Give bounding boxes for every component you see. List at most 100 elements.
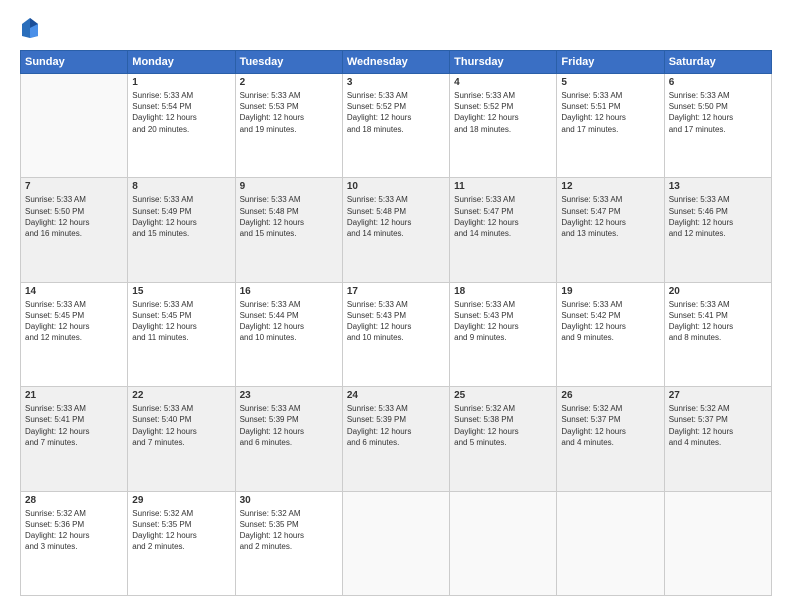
day-info: Sunrise: 5:32 AM Sunset: 5:38 PM Dayligh… bbox=[454, 403, 552, 448]
calendar-cell: 16Sunrise: 5:33 AM Sunset: 5:44 PM Dayli… bbox=[235, 282, 342, 386]
calendar-cell: 11 Sunrise: 5:33 AM Sunset: 5:47 PM Dayli… bbox=[450, 178, 557, 282]
day-info: Sunrise: 5:33 AM Sunset: 5:48 PM Dayligh… bbox=[347, 194, 445, 239]
calendar-week-5: 28 Sunrise: 5:32 AM Sunset: 5:36 PM Dayli… bbox=[21, 491, 772, 595]
day-info: Sunrise: 5:33 AM Sunset: 5:43 PM Dayligh… bbox=[454, 299, 552, 344]
calendar-cell: 9 Sunrise: 5:33 AM Sunset: 5:48 PM Daylig… bbox=[235, 178, 342, 282]
page: SundayMondayTuesdayWednesdayThursdayFrid… bbox=[0, 0, 792, 612]
calendar-cell: 7 Sunrise: 5:33 AM Sunset: 5:50 PM Daylig… bbox=[21, 178, 128, 282]
day-info: Sunrise: 5:33 AM Sunset: 5:41 PM Dayligh… bbox=[25, 403, 123, 448]
day-info: Sunrise: 5:32 AM Sunset: 5:35 PM Dayligh… bbox=[240, 508, 338, 553]
calendar-cell: 14 Sunrise: 5:33 AM Sunset: 5:45 PM Dayli… bbox=[21, 282, 128, 386]
calendar-cell bbox=[21, 74, 128, 178]
day-number: 16 bbox=[240, 286, 338, 297]
logo bbox=[20, 16, 44, 40]
calendar-week-4: 21 Sunrise: 5:33 AM Sunset: 5:41 PM Dayli… bbox=[21, 387, 772, 491]
calendar-cell: 8Sunrise: 5:33 AM Sunset: 5:49 PM Daylig… bbox=[128, 178, 235, 282]
day-number: 29 bbox=[132, 495, 230, 506]
day-info: Sunrise: 5:33 AM Sunset: 5:50 PM Dayligh… bbox=[669, 90, 767, 135]
day-number: 5 bbox=[561, 77, 659, 88]
calendar-cell: 5 Sunrise: 5:33 AM Sunset: 5:51 PM Daylig… bbox=[557, 74, 664, 178]
calendar-cell: 24Sunrise: 5:33 AM Sunset: 5:39 PM Dayli… bbox=[342, 387, 449, 491]
day-info: Sunrise: 5:33 AM Sunset: 5:51 PM Dayligh… bbox=[561, 90, 659, 135]
day-info: Sunrise: 5:33 AM Sunset: 5:52 PM Dayligh… bbox=[347, 90, 445, 135]
calendar-cell: 1Sunrise: 5:33 AM Sunset: 5:54 PM Daylig… bbox=[128, 74, 235, 178]
day-number: 25 bbox=[454, 390, 552, 401]
day-info: Sunrise: 5:33 AM Sunset: 5:41 PM Dayligh… bbox=[669, 299, 767, 344]
day-number: 14 bbox=[25, 286, 123, 297]
calendar-cell bbox=[450, 491, 557, 595]
calendar-cell: 15Sunrise: 5:33 AM Sunset: 5:45 PM Dayli… bbox=[128, 282, 235, 386]
day-info: Sunrise: 5:33 AM Sunset: 5:50 PM Dayligh… bbox=[25, 194, 123, 239]
calendar-cell: 13 Sunrise: 5:33 AM Sunset: 5:46 PM Dayli… bbox=[664, 178, 771, 282]
calendar-week-2: 7 Sunrise: 5:33 AM Sunset: 5:50 PM Daylig… bbox=[21, 178, 772, 282]
day-number: 28 bbox=[25, 495, 123, 506]
day-number: 27 bbox=[669, 390, 767, 401]
day-info: Sunrise: 5:33 AM Sunset: 5:47 PM Dayligh… bbox=[561, 194, 659, 239]
calendar-cell: 10Sunrise: 5:33 AM Sunset: 5:48 PM Dayli… bbox=[342, 178, 449, 282]
calendar-cell: 29 Sunrise: 5:32 AM Sunset: 5:35 PM Dayli… bbox=[128, 491, 235, 595]
day-info: Sunrise: 5:33 AM Sunset: 5:43 PM Dayligh… bbox=[347, 299, 445, 344]
calendar-cell: 28 Sunrise: 5:32 AM Sunset: 5:36 PM Dayli… bbox=[21, 491, 128, 595]
calendar-cell: 12Sunrise: 5:33 AM Sunset: 5:47 PM Dayli… bbox=[557, 178, 664, 282]
col-header-wednesday: Wednesday bbox=[342, 51, 449, 74]
calendar-cell: 3 Sunrise: 5:33 AM Sunset: 5:52 PM Daylig… bbox=[342, 74, 449, 178]
col-header-sunday: Sunday bbox=[21, 51, 128, 74]
day-number: 7 bbox=[25, 181, 123, 192]
header bbox=[20, 16, 772, 40]
day-number: 2 bbox=[240, 77, 338, 88]
calendar-table: SundayMondayTuesdayWednesdayThursdayFrid… bbox=[20, 50, 772, 596]
day-number: 22 bbox=[132, 390, 230, 401]
day-number: 6 bbox=[669, 77, 767, 88]
calendar-cell: 30 Sunrise: 5:32 AM Sunset: 5:35 PM Dayli… bbox=[235, 491, 342, 595]
day-number: 23 bbox=[240, 390, 338, 401]
day-info: Sunrise: 5:33 AM Sunset: 5:39 PM Dayligh… bbox=[347, 403, 445, 448]
calendar-cell bbox=[342, 491, 449, 595]
calendar-cell: 18Sunrise: 5:33 AM Sunset: 5:43 PM Dayli… bbox=[450, 282, 557, 386]
day-number: 11 bbox=[454, 181, 552, 192]
calendar-cell: 17 Sunrise: 5:33 AM Sunset: 5:43 PM Dayli… bbox=[342, 282, 449, 386]
day-number: 13 bbox=[669, 181, 767, 192]
day-info: Sunrise: 5:33 AM Sunset: 5:54 PM Dayligh… bbox=[132, 90, 230, 135]
day-info: Sunrise: 5:33 AM Sunset: 5:45 PM Dayligh… bbox=[25, 299, 123, 344]
calendar-cell: 6 Sunrise: 5:33 AM Sunset: 5:50 PM Daylig… bbox=[664, 74, 771, 178]
day-info: Sunrise: 5:33 AM Sunset: 5:53 PM Dayligh… bbox=[240, 90, 338, 135]
day-info: Sunrise: 5:33 AM Sunset: 5:49 PM Dayligh… bbox=[132, 194, 230, 239]
calendar-cell: 20 Sunrise: 5:33 AM Sunset: 5:41 PM Dayli… bbox=[664, 282, 771, 386]
calendar-cell: 27 Sunrise: 5:32 AM Sunset: 5:37 PM Dayli… bbox=[664, 387, 771, 491]
calendar-cell: 26 Sunrise: 5:32 AM Sunset: 5:37 PM Dayli… bbox=[557, 387, 664, 491]
day-info: Sunrise: 5:32 AM Sunset: 5:37 PM Dayligh… bbox=[561, 403, 659, 448]
day-info: Sunrise: 5:33 AM Sunset: 5:40 PM Dayligh… bbox=[132, 403, 230, 448]
day-number: 17 bbox=[347, 286, 445, 297]
col-header-friday: Friday bbox=[557, 51, 664, 74]
calendar-cell: 25 Sunrise: 5:32 AM Sunset: 5:38 PM Dayli… bbox=[450, 387, 557, 491]
day-info: Sunrise: 5:33 AM Sunset: 5:46 PM Dayligh… bbox=[669, 194, 767, 239]
day-number: 15 bbox=[132, 286, 230, 297]
logo-icon bbox=[20, 16, 40, 40]
day-number: 30 bbox=[240, 495, 338, 506]
day-info: Sunrise: 5:32 AM Sunset: 5:35 PM Dayligh… bbox=[132, 508, 230, 553]
day-number: 9 bbox=[240, 181, 338, 192]
calendar-cell: 21 Sunrise: 5:33 AM Sunset: 5:41 PM Dayli… bbox=[21, 387, 128, 491]
day-number: 3 bbox=[347, 77, 445, 88]
day-number: 19 bbox=[561, 286, 659, 297]
day-info: Sunrise: 5:32 AM Sunset: 5:36 PM Dayligh… bbox=[25, 508, 123, 553]
day-number: 21 bbox=[25, 390, 123, 401]
calendar-cell: 19Sunrise: 5:33 AM Sunset: 5:42 PM Dayli… bbox=[557, 282, 664, 386]
col-header-saturday: Saturday bbox=[664, 51, 771, 74]
day-info: Sunrise: 5:33 AM Sunset: 5:47 PM Dayligh… bbox=[454, 194, 552, 239]
calendar-week-1: 1Sunrise: 5:33 AM Sunset: 5:54 PM Daylig… bbox=[21, 74, 772, 178]
calendar-week-3: 14 Sunrise: 5:33 AM Sunset: 5:45 PM Dayli… bbox=[21, 282, 772, 386]
calendar-cell: 4 Sunrise: 5:33 AM Sunset: 5:52 PM Daylig… bbox=[450, 74, 557, 178]
col-header-tuesday: Tuesday bbox=[235, 51, 342, 74]
calendar-cell: 23Sunrise: 5:33 AM Sunset: 5:39 PM Dayli… bbox=[235, 387, 342, 491]
day-number: 20 bbox=[669, 286, 767, 297]
day-number: 26 bbox=[561, 390, 659, 401]
day-info: Sunrise: 5:33 AM Sunset: 5:52 PM Dayligh… bbox=[454, 90, 552, 135]
day-info: Sunrise: 5:33 AM Sunset: 5:48 PM Dayligh… bbox=[240, 194, 338, 239]
calendar-cell: 2 Sunrise: 5:33 AM Sunset: 5:53 PM Daylig… bbox=[235, 74, 342, 178]
day-number: 4 bbox=[454, 77, 552, 88]
calendar-cell bbox=[664, 491, 771, 595]
day-info: Sunrise: 5:32 AM Sunset: 5:37 PM Dayligh… bbox=[669, 403, 767, 448]
calendar-header-row: SundayMondayTuesdayWednesdayThursdayFrid… bbox=[21, 51, 772, 74]
calendar-cell bbox=[557, 491, 664, 595]
